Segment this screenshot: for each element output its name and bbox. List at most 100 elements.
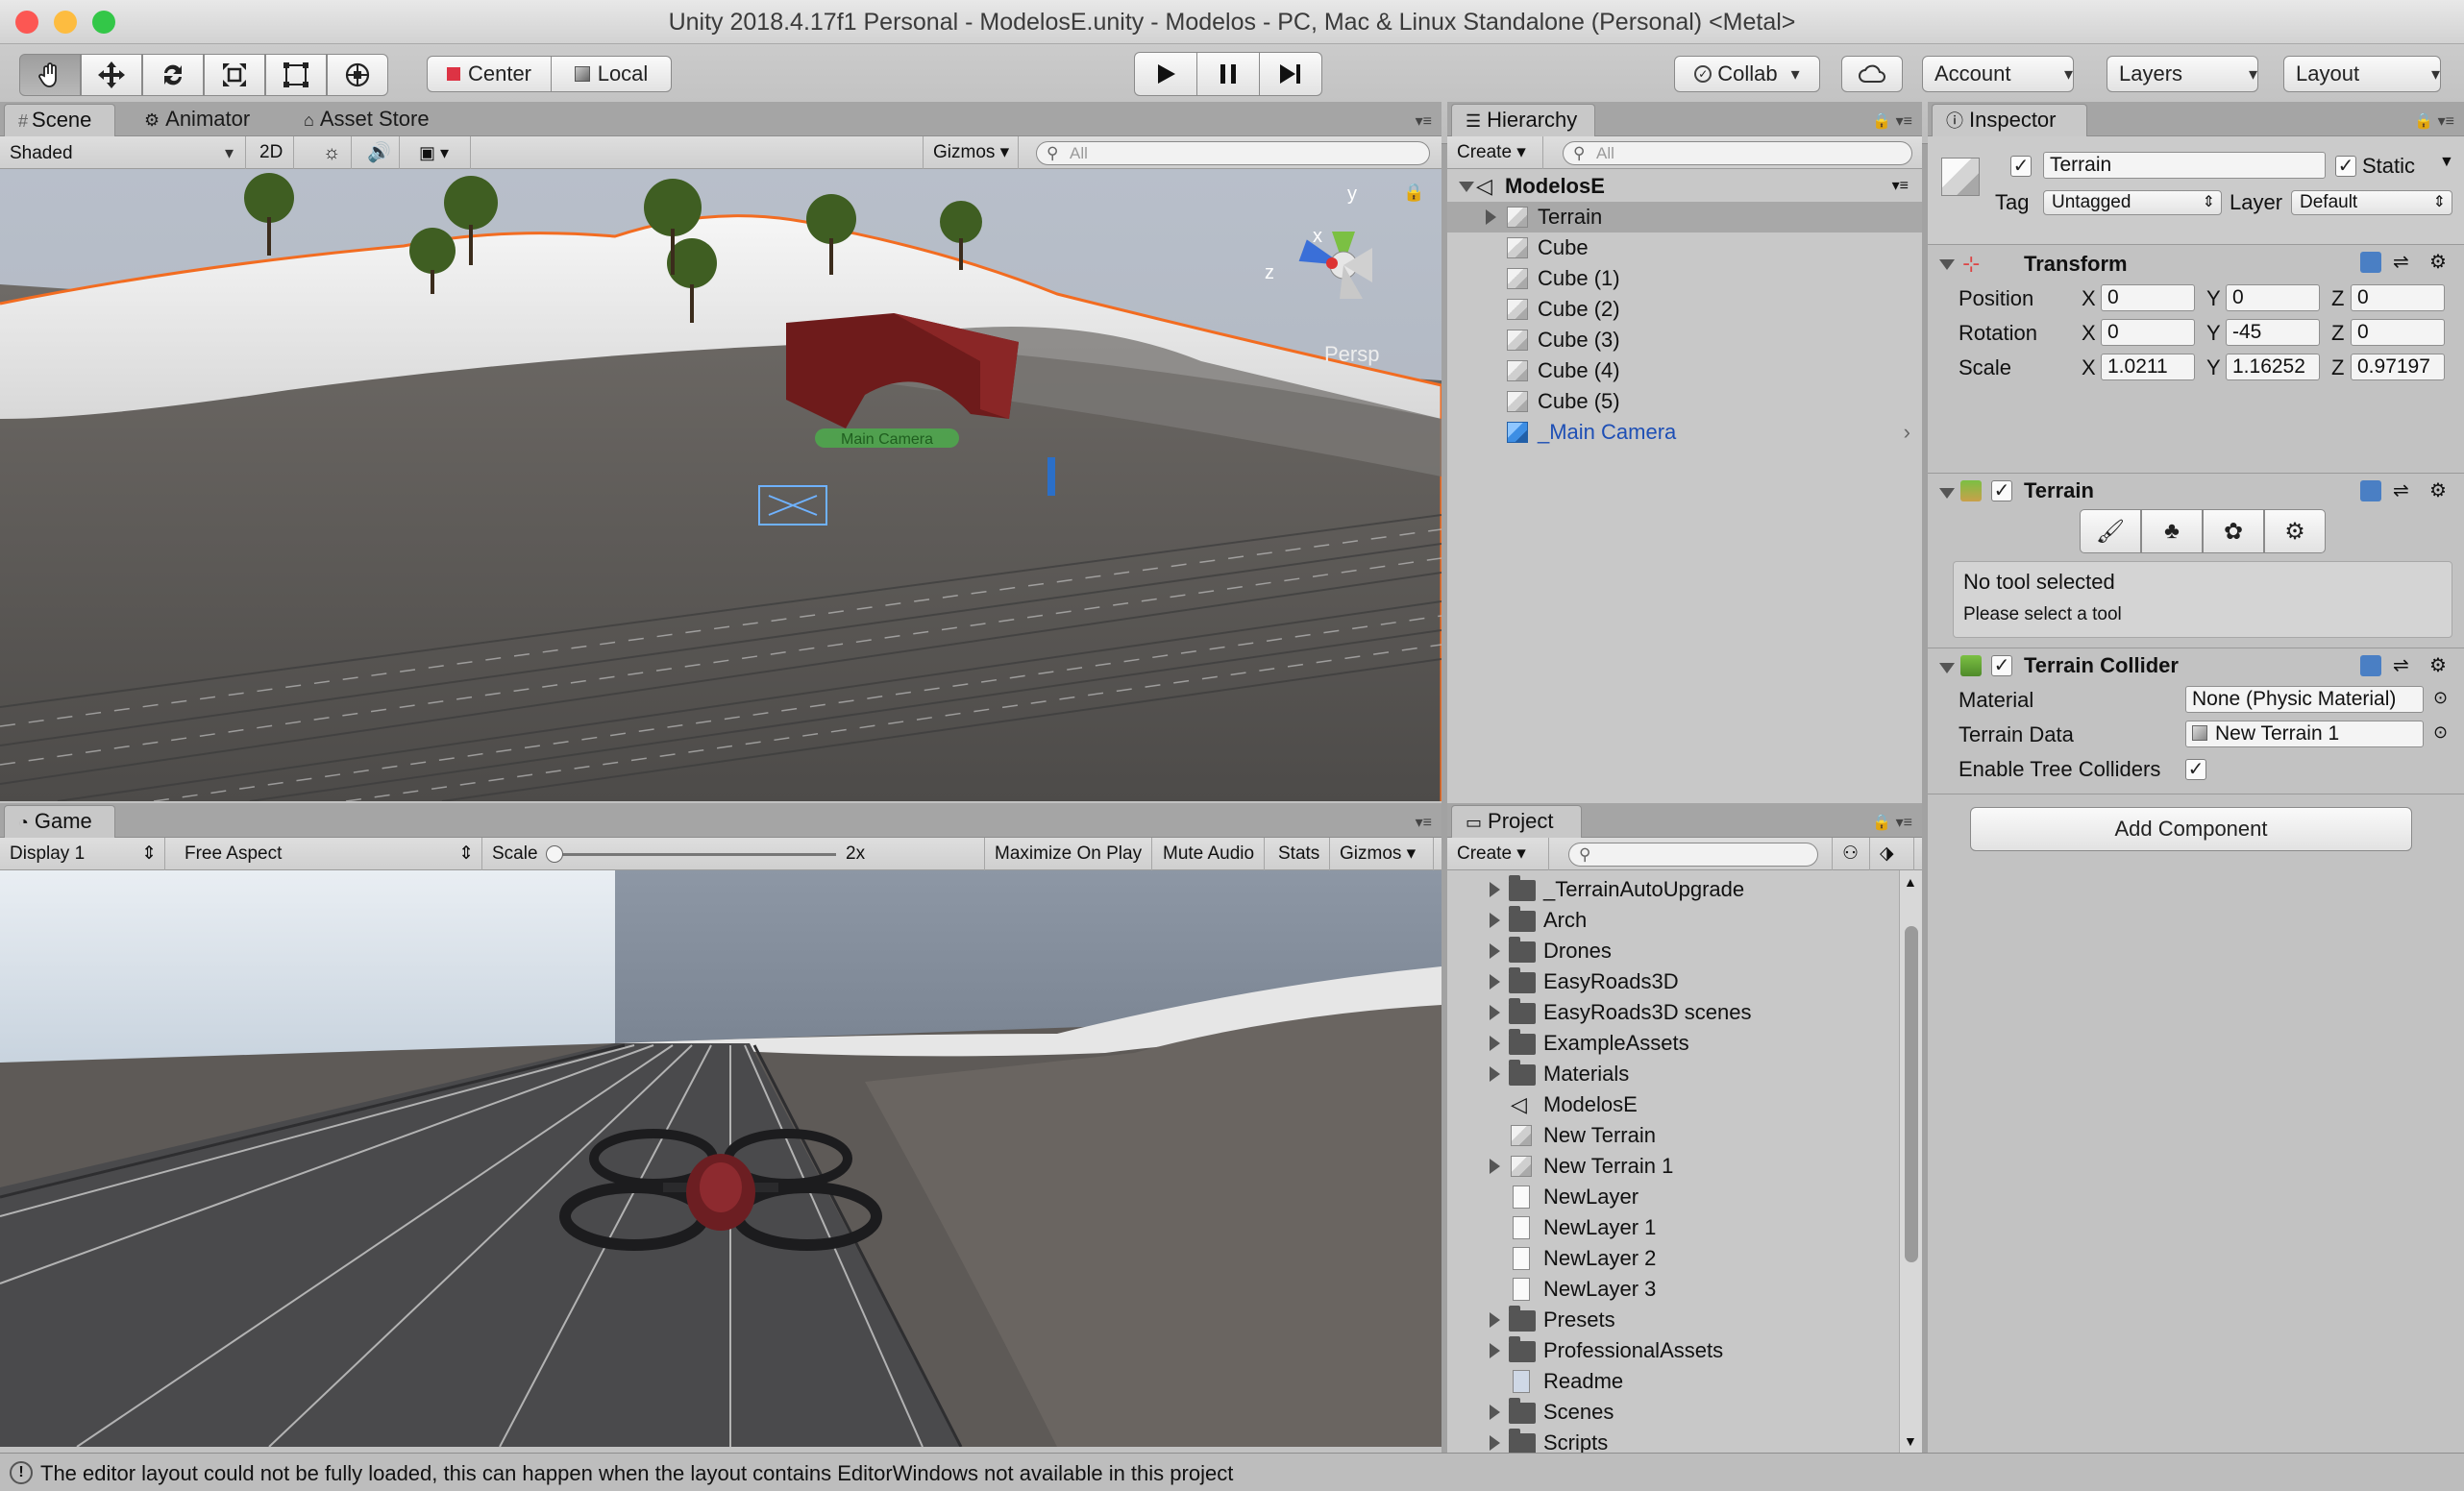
transform-x-field[interactable]: 1.0211 bbox=[2101, 354, 2195, 380]
expand-arrow-icon[interactable] bbox=[1490, 1066, 1500, 1082]
add-component-button[interactable]: Add Component bbox=[1970, 807, 2412, 851]
hierarchy-create-dropdown[interactable]: Create ▾ bbox=[1447, 136, 1543, 169]
component-gear-icon[interactable]: ⚙ bbox=[2429, 250, 2447, 274]
aspect-dropdown[interactable]: Free Aspect ⇕ bbox=[175, 838, 482, 870]
step-button[interactable] bbox=[1259, 52, 1322, 96]
layers-dropdown[interactable]: Layers bbox=[2107, 56, 2258, 92]
rotate-tool-button[interactable] bbox=[142, 54, 204, 96]
tab-game[interactable]: ◔ Game bbox=[4, 805, 115, 838]
expand-arrow-icon[interactable] bbox=[1490, 1159, 1500, 1174]
layout-dropdown[interactable]: Layout bbox=[2283, 56, 2441, 92]
enable-tree-colliders-checkbox[interactable]: ✓ bbox=[2185, 759, 2206, 780]
scroll-down-icon[interactable]: ▼ bbox=[1904, 1433, 1917, 1449]
hierarchy-item[interactable]: Cube (3) bbox=[1447, 325, 1922, 355]
project-item[interactable]: Scripts bbox=[1447, 1428, 1899, 1453]
project-item[interactable]: Scenes bbox=[1447, 1397, 1899, 1428]
expand-arrow-icon[interactable] bbox=[1490, 1435, 1500, 1451]
project-item[interactable]: NewLayer 1 bbox=[1447, 1212, 1899, 1243]
tab-inspector[interactable]: ⓘ Inspector bbox=[1932, 104, 2087, 136]
active-checkbox[interactable]: ✓ bbox=[2010, 156, 2032, 177]
hierarchy-item[interactable]: Terrain bbox=[1447, 202, 1922, 232]
project-item[interactable]: Arch bbox=[1447, 905, 1899, 936]
terrain-presets-icon[interactable]: ⇌ bbox=[2393, 478, 2409, 502]
warning-icon[interactable]: ! bbox=[10, 1461, 33, 1484]
hierarchy-search-input[interactable]: ⚲ All bbox=[1563, 141, 1912, 165]
pivot-local-button[interactable]: Local bbox=[551, 56, 672, 92]
paint-trees-tool[interactable]: ♣ bbox=[2141, 509, 2203, 553]
hierarchy-item[interactable]: Cube (1) bbox=[1447, 263, 1922, 294]
expand-arrow-icon[interactable] bbox=[1490, 1312, 1500, 1328]
expand-arrow-icon[interactable] bbox=[1490, 1343, 1500, 1358]
game-viewport[interactable] bbox=[0, 870, 1441, 1447]
tab-hierarchy[interactable]: ☰ Hierarchy bbox=[1451, 104, 1595, 136]
project-create-dropdown[interactable]: Create ▾ bbox=[1447, 838, 1549, 870]
tab-scene[interactable]: # Scene bbox=[4, 104, 115, 136]
expand-arrow-icon[interactable] bbox=[1486, 209, 1496, 225]
pause-button[interactable] bbox=[1196, 52, 1260, 96]
scene-expand-icon[interactable] bbox=[1459, 182, 1474, 192]
project-item[interactable]: ProfessionalAssets bbox=[1447, 1335, 1899, 1366]
material-field[interactable]: None (Physic Material) bbox=[2185, 686, 2424, 713]
mode-2d-toggle[interactable]: 2D bbox=[250, 136, 294, 169]
collab-button[interactable]: ✓ Collab bbox=[1674, 56, 1820, 92]
transform-z-field[interactable]: 0 bbox=[2351, 319, 2445, 346]
transform-z-field[interactable]: 0 bbox=[2351, 284, 2445, 311]
project-item[interactable]: Presets bbox=[1447, 1305, 1899, 1335]
transform-z-field[interactable]: 0.97197 bbox=[2351, 354, 2445, 380]
hierarchy-item[interactable]: Cube (4) bbox=[1447, 355, 1922, 386]
maximize-on-play-toggle[interactable]: Maximize On Play bbox=[984, 838, 1153, 870]
hierarchy-item[interactable]: Cube (2) bbox=[1447, 294, 1922, 325]
static-dropdown-icon[interactable]: ▼ bbox=[2439, 154, 2454, 171]
tag-dropdown[interactable]: Untagged bbox=[2043, 190, 2222, 215]
tab-project[interactable]: ▭ Project bbox=[1451, 805, 1582, 838]
terrain-foldout-icon[interactable] bbox=[1939, 488, 1955, 499]
transform-y-field[interactable]: 1.16252 bbox=[2226, 354, 2320, 380]
collider-help-book-icon[interactable] bbox=[2360, 655, 2381, 676]
game-panel-menu-icon[interactable]: ▾≡ bbox=[1416, 813, 1432, 832]
expand-arrow-icon[interactable] bbox=[1490, 974, 1500, 990]
project-item[interactable]: NewLayer 2 bbox=[1447, 1243, 1899, 1274]
project-item[interactable]: EasyRoads3D bbox=[1447, 966, 1899, 997]
scene-gizmos-dropdown[interactable]: Gizmos ▾ bbox=[923, 136, 1019, 169]
prefab-open-chevron-icon[interactable]: › bbox=[1904, 417, 1910, 448]
help-book-icon[interactable] bbox=[2360, 252, 2381, 273]
scene-search-input[interactable]: ⚲ All bbox=[1036, 141, 1430, 165]
rect-tool-button[interactable] bbox=[265, 54, 327, 96]
scale-slider-thumb[interactable] bbox=[546, 845, 563, 863]
project-item[interactable]: ◁ ModelosE bbox=[1447, 1089, 1899, 1120]
expand-arrow-icon[interactable] bbox=[1490, 1005, 1500, 1020]
project-item[interactable]: NewLayer 3 bbox=[1447, 1274, 1899, 1305]
paint-brush-tool[interactable]: 🖌 bbox=[2080, 509, 2141, 553]
object-name-field[interactable]: Terrain bbox=[2043, 152, 2326, 179]
shading-mode-dropdown[interactable]: Shaded bbox=[0, 136, 246, 169]
paint-details-tool[interactable]: ✿ bbox=[2203, 509, 2264, 553]
project-item[interactable]: _TerrainAutoUpgrade bbox=[1447, 874, 1899, 905]
material-picker-icon[interactable]: ⊙ bbox=[2433, 688, 2448, 708]
project-panel-menu-icon[interactable]: 🔒 ▾≡ bbox=[1872, 813, 1912, 832]
scrollbar-thumb[interactable] bbox=[1905, 926, 1918, 1262]
scroll-up-icon[interactable]: ▲ bbox=[1904, 874, 1917, 890]
project-search-input[interactable]: ⚲ bbox=[1568, 843, 1818, 867]
stats-toggle[interactable]: Stats bbox=[1269, 838, 1331, 870]
hand-tool-button[interactable] bbox=[19, 54, 81, 96]
scene-root-row[interactable]: ◁ ModelosE ▾≡ bbox=[1447, 171, 1922, 202]
project-item[interactable]: Readme bbox=[1447, 1366, 1899, 1397]
scene-options-icon[interactable]: ▾≡ bbox=[1892, 171, 1909, 202]
static-checkbox[interactable]: ✓ bbox=[2335, 156, 2356, 177]
project-scrollbar[interactable]: ▲ ▼ bbox=[1899, 870, 1922, 1453]
tab-animator[interactable]: ⚙ Animator bbox=[131, 104, 263, 136]
play-button[interactable] bbox=[1134, 52, 1197, 96]
project-item[interactable]: NewLayer bbox=[1447, 1182, 1899, 1212]
effects-toggle-icon[interactable]: ▣ ▾ bbox=[409, 136, 471, 169]
hierarchy-item[interactable]: Cube (5) bbox=[1447, 386, 1922, 417]
inspector-panel-menu-icon[interactable]: 🔒 ▾≡ bbox=[2414, 111, 2454, 131]
project-item[interactable]: EasyRoads3D scenes bbox=[1447, 997, 1899, 1028]
terrain-data-picker-icon[interactable]: ⊙ bbox=[2433, 722, 2448, 743]
transform-x-field[interactable]: 0 bbox=[2101, 319, 2195, 346]
tab-asset-store[interactable]: ⌂ Asset Store bbox=[290, 104, 443, 136]
collider-presets-icon[interactable]: ⇌ bbox=[2393, 653, 2409, 677]
collider-gear-icon[interactable]: ⚙ bbox=[2429, 653, 2447, 677]
expand-arrow-icon[interactable] bbox=[1490, 1405, 1500, 1420]
account-dropdown[interactable]: Account bbox=[1922, 56, 2074, 92]
terrain-data-field[interactable]: New Terrain 1 bbox=[2185, 721, 2424, 747]
